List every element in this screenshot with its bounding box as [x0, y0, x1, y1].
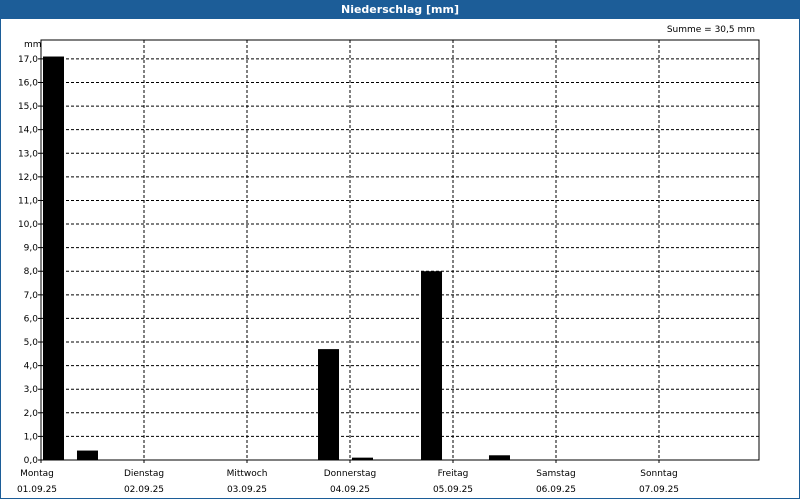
y-tick-label: 9,0 [24, 244, 39, 254]
x-tick-label-day: Dienstag [124, 469, 164, 479]
x-tick-label-date: 05.09.25 [433, 485, 473, 495]
x-tick-label-day: Donnerstag [324, 469, 377, 479]
x-tick-label-day: Samstag [536, 469, 575, 479]
x-tick-label-date: 07.09.25 [639, 485, 679, 495]
precipitation-chart: 0,0 1,0 2,0 3,0 4,0 5,0 6,0 7,0 8,0 9,0 10,0 11,0 12… [17, 39, 760, 495]
y-tick-label: 1,0 [24, 432, 39, 442]
precipitation-bar [421, 271, 443, 460]
precipitation-bar [76, 450, 98, 460]
x-tick-label-day: Freitag [438, 469, 469, 479]
y-tick-label: 6,0 [24, 314, 39, 324]
x-tick-label-day: Sonntag [640, 469, 677, 479]
y-tick-label: 0,0 [24, 456, 39, 466]
x-tick-label-date: 06.09.25 [536, 485, 576, 495]
y-tick-label: 5,0 [24, 338, 39, 348]
precipitation-bar [352, 457, 373, 460]
y-tick-label: 12,0 [18, 173, 38, 183]
x-tick-label-date: 01.09.25 [17, 485, 57, 495]
y-tick-label: 17,0 [18, 55, 38, 65]
x-tick-label-day: Montag [20, 469, 54, 479]
x-tick-label-day: Mittwoch [227, 469, 268, 479]
precipitation-bar [43, 56, 64, 461]
plot-area-border [40, 39, 760, 461]
x-tick-label-date: 04.09.25 [330, 485, 370, 495]
y-tick-label: 16,0 [18, 78, 38, 88]
y-tick-label: 14,0 [18, 126, 38, 136]
precipitation-bar [318, 349, 340, 460]
y-tick-label: 13,0 [18, 149, 38, 159]
y-tick-label: 7,0 [24, 291, 39, 301]
y-tick-label: 15,0 [18, 102, 38, 112]
y-tick-label: 8,0 [24, 267, 39, 277]
y-tick-label: 3,0 [24, 385, 39, 395]
precipitation-bar [488, 455, 510, 460]
y-tick-label: 4,0 [24, 362, 39, 372]
y-tick-label: 2,0 [24, 409, 39, 419]
y-tick-label: 11,0 [18, 196, 38, 206]
x-tick-label-date: 03.09.25 [227, 485, 267, 495]
x-tick-label-date: 02.09.25 [124, 485, 164, 495]
y-tick-label: 10,0 [18, 220, 38, 230]
